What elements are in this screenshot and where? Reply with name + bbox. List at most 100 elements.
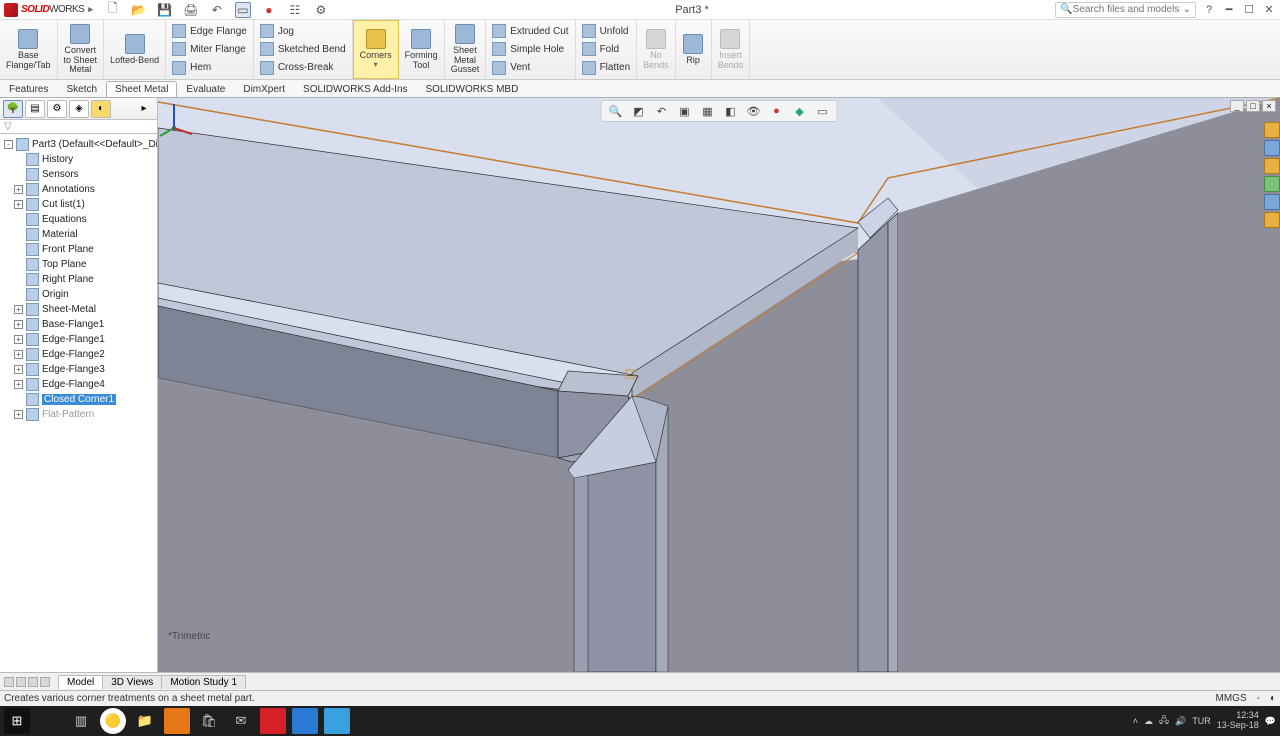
property-manager-tab[interactable]: ▤ [25,100,45,118]
task-view-button[interactable]: ▥ [68,708,94,734]
app1-icon[interactable] [164,708,190,734]
tab-addins[interactable]: SOLIDWORKS Add-Ins [294,81,416,97]
tree-item-top-plane[interactable]: Top Plane [2,257,155,272]
tree-root[interactable]: -Part3 (Default<<Default>_Display State [2,137,155,152]
tree-item-base-flange1[interactable]: +Base-Flange1 [2,317,155,332]
appearances-tab[interactable] [1264,194,1280,210]
miter-flange-button[interactable]: Miter Flange [170,41,249,57]
edge-flange-button[interactable]: Edge Flange [170,23,249,39]
filter-bar[interactable]: ▽ [0,120,157,134]
unfold-button[interactable]: Unfold [580,23,633,39]
select-icon[interactable]: ▭ [235,2,251,18]
jog-button[interactable]: Jog [258,23,348,39]
sheet-metal-gusset-button[interactable]: Sheet Metal Gusset [445,20,487,79]
file-explorer-icon[interactable]: 📁 [132,708,158,734]
tree-item-sheet-metal[interactable]: +Sheet-Metal [2,302,155,317]
tab-dimxpert[interactable]: DimXpert [234,81,294,97]
fold-button[interactable]: Fold [580,41,633,57]
lang-indicator[interactable]: TUR [1192,716,1211,726]
rebuild-icon[interactable]: ● [261,2,277,18]
zoom-fit-icon[interactable]: 🔍 [608,103,624,119]
notifications-icon[interactable]: 💬 [1265,716,1276,727]
cortana-button[interactable] [36,708,62,734]
sketched-bend-button[interactable]: Sketched Bend [258,41,348,57]
solidworks-taskbar-icon[interactable] [260,708,286,734]
tab-model[interactable]: Model [58,675,103,689]
open-file-icon[interactable]: 📂 [131,2,147,18]
tab-features[interactable]: Features [0,81,57,97]
tab-3dviews[interactable]: 3D Views [102,675,162,689]
maximize-button[interactable]: ☐ [1242,3,1256,17]
config-manager-tab[interactable]: ⚙ [47,100,67,118]
tab-motion-study[interactable]: Motion Study 1 [161,675,246,689]
graphics-viewport[interactable]: 🔍 ◩ ↶ ▣ ▦ ◧ 👁 ● ◆ ▭ _ □ × [158,98,1280,672]
rip-button[interactable]: Rip [676,20,712,79]
appearance-icon[interactable]: ● [769,103,785,119]
hide-show-icon[interactable]: 👁 [746,103,762,119]
resources-tab[interactable] [1264,122,1280,138]
tree-item-material-not-specified-[interactable]: Material [2,227,155,242]
tree-item-sensors[interactable]: Sensors [2,167,155,182]
simple-hole-button[interactable]: Simple Hole [490,41,570,57]
doc-min-button[interactable]: _ [1230,100,1244,112]
file-props-icon[interactable]: ☷ [287,2,303,18]
network-icon[interactable]: 🖧 [1159,713,1169,729]
app3-icon[interactable] [324,708,350,734]
tree-item-edge-flange3[interactable]: +Edge-Flange3 [2,362,155,377]
scene-icon[interactable]: ◆ [792,103,808,119]
tab-evaluate[interactable]: Evaluate [177,81,234,97]
close-button[interactable]: ✕ [1262,3,1276,17]
cross-break-button[interactable]: Cross-Break [258,60,348,76]
tree-item-closed-corner1[interactable]: Closed Corner1 [2,392,155,407]
chrome-icon[interactable]: 🟡 [100,708,126,734]
tree-item-front-plane[interactable]: Front Plane [2,242,155,257]
tree-item-origin[interactable]: Origin [2,287,155,302]
tab-sketch[interactable]: Sketch [57,81,106,97]
help-icon[interactable]: ? [1202,3,1216,17]
display-manager-tab[interactable]: ◐ [91,100,111,118]
tree-item-edge-flange4[interactable]: +Edge-Flange4 [2,377,155,392]
logo-dropdown-icon[interactable]: ▸ [88,4,93,15]
tree-item-equations[interactable]: Equations [2,212,155,227]
tab-mbd[interactable]: SOLIDWORKS MBD [417,81,528,97]
dimxpert-manager-tab[interactable]: ◈ [69,100,89,118]
section-view-icon[interactable]: ▣ [677,103,693,119]
mail-icon[interactable]: ✉ [228,708,254,734]
prev-view-icon[interactable]: ↶ [654,103,670,119]
forming-tool-button[interactable]: Forming Tool [399,20,445,79]
fm-tree-tab[interactable]: 🌳 [3,100,23,118]
print-icon[interactable]: 🖨 [183,2,199,18]
tab-sheet-metal[interactable]: Sheet Metal [106,81,177,97]
base-flange-button[interactable]: Base Flange/Tab [0,20,58,79]
view-palette-tab[interactable] [1264,176,1280,192]
tray-up-icon[interactable]: ˄ [1133,716,1138,726]
hem-button[interactable]: Hem [170,60,249,76]
store-icon[interactable]: 🛍 [196,708,222,734]
minimize-button[interactable]: ━ [1222,3,1236,17]
save-icon[interactable]: 💾 [157,2,173,18]
panel-expand-icon[interactable]: ▸ [134,100,154,118]
undo-icon[interactable]: ↶ [209,2,225,18]
units-indicator[interactable]: MMGS [1216,693,1247,704]
tree-item-cut-list-1-[interactable]: +Cut list(1) [2,197,155,212]
volume-icon[interactable]: 🔊 [1175,716,1186,727]
app2-icon[interactable] [292,708,318,734]
design-library-tab[interactable] [1264,140,1280,156]
extruded-cut-button[interactable]: Extruded Cut [490,23,570,39]
taskbar-clock[interactable]: 12:34 13-Sep-18 [1217,711,1259,731]
search-scope-icon[interactable]: ⌄ [1183,4,1191,15]
search-input[interactable] [1073,4,1183,15]
file-explorer-tab[interactable] [1264,158,1280,174]
status-extra-icon[interactable]: ◐ [1270,693,1276,704]
tree-item-annotations[interactable]: +Annotations [2,182,155,197]
custom-props-tab[interactable] [1264,212,1280,228]
tree-item-edge-flange1[interactable]: +Edge-Flange1 [2,332,155,347]
search-box[interactable]: 🔍 ⌄ [1055,2,1196,18]
tree-item-right-plane[interactable]: Right Plane [2,272,155,287]
convert-sheetmetal-button[interactable]: Convert to Sheet Metal [58,20,105,79]
corners-button[interactable]: Corners▾ [353,20,399,79]
doc-close-button[interactable]: × [1262,100,1276,112]
start-button[interactable]: ⊞ [4,708,30,734]
options-icon[interactable]: ⚙ [313,2,329,18]
doc-max-button[interactable]: □ [1246,100,1260,112]
